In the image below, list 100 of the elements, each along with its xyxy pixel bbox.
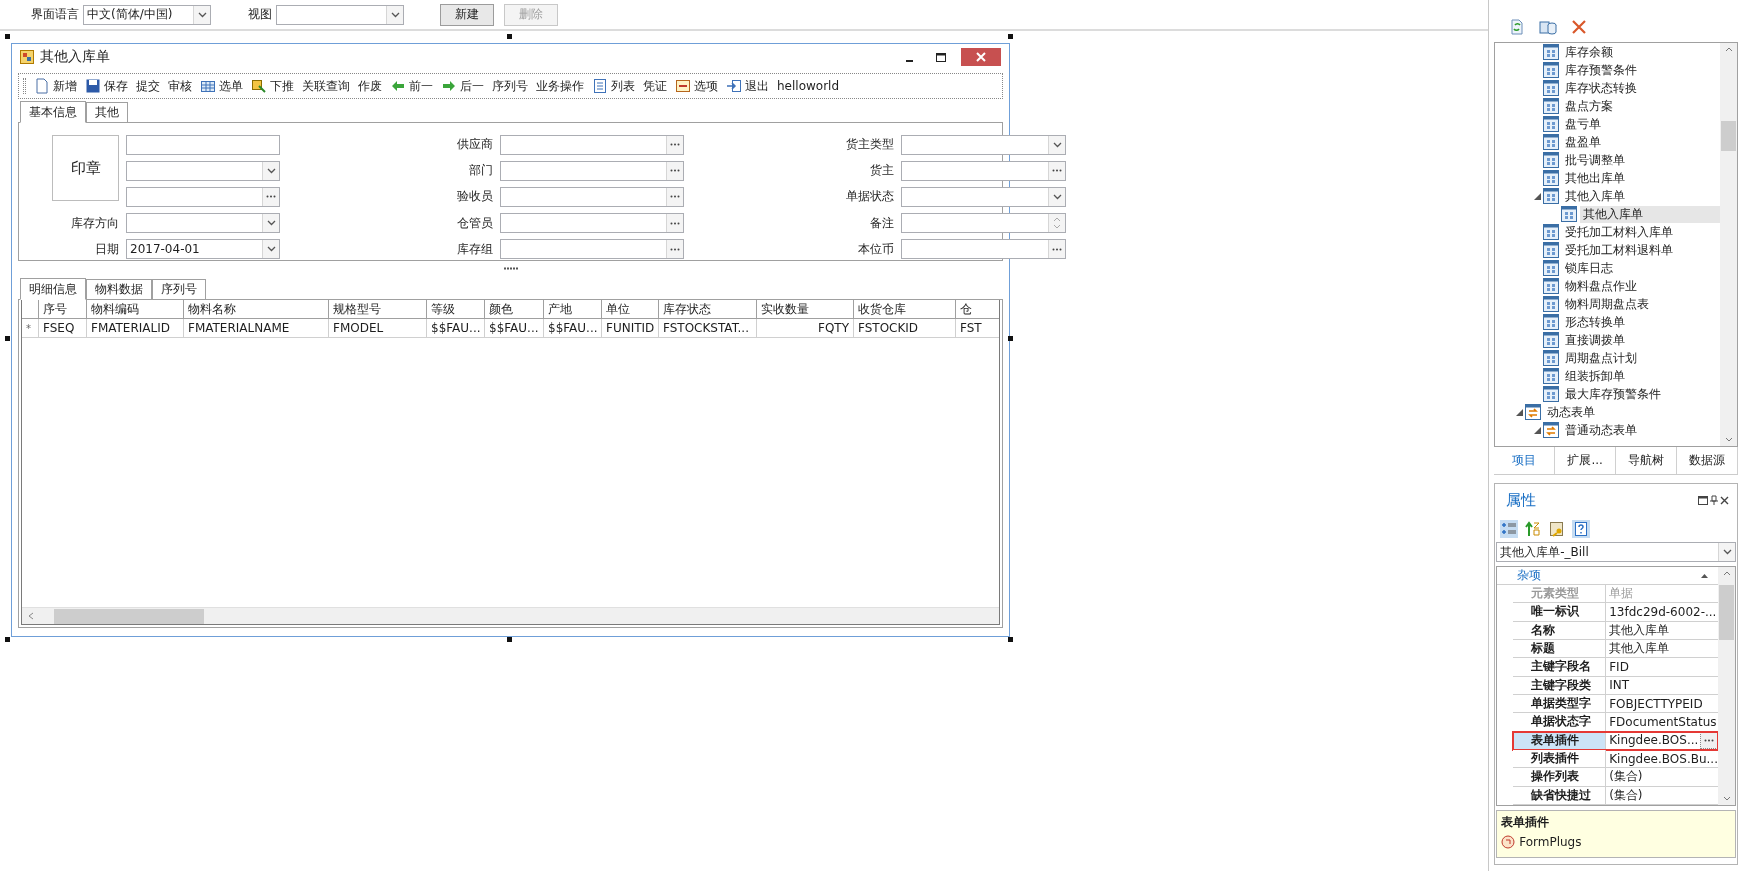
- dropdown-button[interactable]: [1048, 135, 1065, 154]
- dropdown-button[interactable]: [262, 161, 279, 180]
- tree-item[interactable]: 直接调拨单: [1562, 331, 1629, 349]
- spin-button[interactable]: [1048, 214, 1065, 233]
- dropdown-button[interactable]: [262, 214, 279, 233]
- object-dropdown[interactable]: 其他入库单-_Bill: [1496, 542, 1736, 562]
- tree-item[interactable]: 其他入库单: [1562, 187, 1629, 205]
- input-field[interactable]: [901, 239, 1066, 260]
- tree-item[interactable]: 库存状态转换: [1562, 79, 1641, 97]
- toolbar-button[interactable]: 关联查询: [302, 77, 350, 95]
- input-field[interactable]: [500, 160, 684, 181]
- toolbar-button[interactable]: 后一: [441, 77, 484, 95]
- resize-handle[interactable]: [1008, 34, 1013, 39]
- property-row[interactable]: 缺省快捷过 (集合): [1513, 786, 1718, 805]
- tree-item[interactable]: 批号调整单: [1562, 151, 1629, 169]
- tree-item[interactable]: 普通动态表单: [1562, 421, 1641, 439]
- toolbar-button[interactable]: 选单: [200, 77, 243, 95]
- toolbar-button[interactable]: 退出: [726, 77, 769, 95]
- vertical-scrollbar[interactable]: [1718, 567, 1735, 805]
- tree-item[interactable]: 锁库日志: [1562, 259, 1617, 277]
- tree-item[interactable]: 物料盘点作业: [1562, 277, 1641, 295]
- input-field[interactable]: [126, 187, 280, 207]
- tab[interactable]: 基本信息: [20, 101, 86, 123]
- input-field[interactable]: 2017-04-01: [126, 239, 280, 260]
- new-button[interactable]: 新建: [440, 3, 494, 26]
- toolbar-button[interactable]: 审核: [168, 77, 192, 95]
- tree-item[interactable]: 其他入库单: [1580, 205, 1720, 223]
- input-field[interactable]: [500, 239, 684, 260]
- help-button[interactable]: [1572, 520, 1591, 538]
- tree-item[interactable]: 受托加工材料退料单: [1562, 241, 1677, 259]
- vertical-scrollbar[interactable]: [1720, 43, 1737, 446]
- toolbar-button[interactable]: 业务操作: [536, 77, 584, 95]
- scrollbar-thumb[interactable]: [1719, 585, 1734, 640]
- column-header[interactable]: 物料编码: [87, 300, 184, 319]
- resize-handle[interactable]: [506, 637, 512, 642]
- selected-property-row[interactable]: 表单插件 Kingdee.BOS...: [1513, 731, 1718, 750]
- toolbar-button[interactable]: 前一: [390, 77, 433, 95]
- tree-item[interactable]: 其他出库单: [1562, 169, 1629, 187]
- column-header[interactable]: 实收数量: [757, 300, 854, 319]
- tab[interactable]: 其他: [86, 102, 128, 122]
- tree-item[interactable]: 盘盈单: [1562, 133, 1605, 151]
- tab[interactable]: 序列号: [152, 279, 206, 299]
- browse-button[interactable]: [1700, 731, 1718, 749]
- property-row[interactable]: 单据类型字 FOBJECTTYPEID: [1513, 694, 1718, 714]
- property-row[interactable]: 列表插件 Kingdee.BOS.Bu...: [1513, 749, 1718, 769]
- column-header[interactable]: 产地: [544, 300, 602, 319]
- resize-handle[interactable]: [5, 335, 10, 341]
- tree-item[interactable]: 盘亏单: [1562, 115, 1605, 133]
- toolbar-button[interactable]: helloworld: [777, 79, 840, 93]
- tree-item[interactable]: 受托加工材料入库单: [1562, 223, 1677, 241]
- tab[interactable]: 明细信息: [20, 278, 86, 300]
- toolbar-button[interactable]: 凭证: [643, 77, 667, 95]
- input-field[interactable]: [901, 134, 1066, 155]
- sort-button[interactable]: [1524, 520, 1543, 538]
- expanded-triangle-icon[interactable]: [1533, 192, 1541, 200]
- tree-item[interactable]: 物料周期盘点表: [1562, 295, 1653, 313]
- collapse-icon[interactable]: [1701, 573, 1708, 578]
- tree-item[interactable]: 组装拆卸单: [1562, 367, 1629, 385]
- expanded-triangle-icon[interactable]: [1533, 426, 1541, 434]
- column-header[interactable]: 序号: [39, 300, 87, 319]
- expanded-triangle-icon[interactable]: [1515, 408, 1523, 416]
- delete-button[interactable]: [1570, 18, 1589, 36]
- property-row[interactable]: 主键字段类 INT: [1513, 676, 1718, 695]
- input-field[interactable]: [901, 213, 1066, 234]
- column-header[interactable]: 颜色: [485, 300, 544, 319]
- close-button[interactable]: [1719, 494, 1730, 506]
- dropdown-button[interactable]: [1048, 188, 1065, 206]
- input-field[interactable]: [901, 160, 1066, 181]
- input-field[interactable]: [901, 187, 1066, 207]
- property-row[interactable]: 操作列表 (集合): [1513, 768, 1718, 787]
- resize-handle[interactable]: [1008, 335, 1013, 341]
- property-row[interactable]: 唯一标识 13fdc29d-6002-...: [1513, 603, 1718, 622]
- view-dropdown[interactable]: [276, 4, 404, 25]
- resize-handle[interactable]: [1008, 637, 1013, 642]
- input-field[interactable]: [500, 187, 684, 207]
- toolbar-button[interactable]: 提交: [136, 77, 160, 95]
- toolbar-button[interactable]: 保存: [85, 77, 128, 95]
- window-button[interactable]: [1697, 494, 1709, 506]
- categorized-button[interactable]: [1500, 520, 1519, 538]
- horizontal-scrollbar[interactable]: [22, 607, 999, 624]
- tree-item[interactable]: 形态转换单: [1562, 313, 1629, 331]
- column-header[interactable]: 等级: [427, 300, 485, 319]
- scrollbar-thumb[interactable]: [1721, 121, 1736, 151]
- stamp-field[interactable]: 印章: [52, 135, 119, 201]
- language-dropdown[interactable]: 中文(简体/中国): [83, 4, 211, 25]
- column-header[interactable]: 收货仓库: [854, 300, 956, 319]
- tree-item[interactable]: 库存余额: [1562, 43, 1617, 61]
- copy-button[interactable]: [1538, 18, 1559, 36]
- property-row[interactable]: 单据状态字 FDocumentStatus: [1513, 713, 1718, 732]
- input-field[interactable]: [500, 213, 684, 234]
- toolbar-button[interactable]: 列表: [592, 77, 635, 95]
- column-header[interactable]: 仓: [956, 300, 999, 319]
- input-field[interactable]: [126, 213, 280, 234]
- resize-handle[interactable]: [5, 34, 10, 39]
- dropdown-button[interactable]: [262, 240, 279, 259]
- pin-button[interactable]: [1709, 494, 1719, 506]
- close-button[interactable]: [961, 48, 1001, 66]
- toolbar-button[interactable]: 下推: [251, 77, 294, 95]
- tree-item[interactable]: 周期盘点计划: [1562, 349, 1641, 367]
- toolbar-button[interactable]: 序列号: [492, 77, 528, 95]
